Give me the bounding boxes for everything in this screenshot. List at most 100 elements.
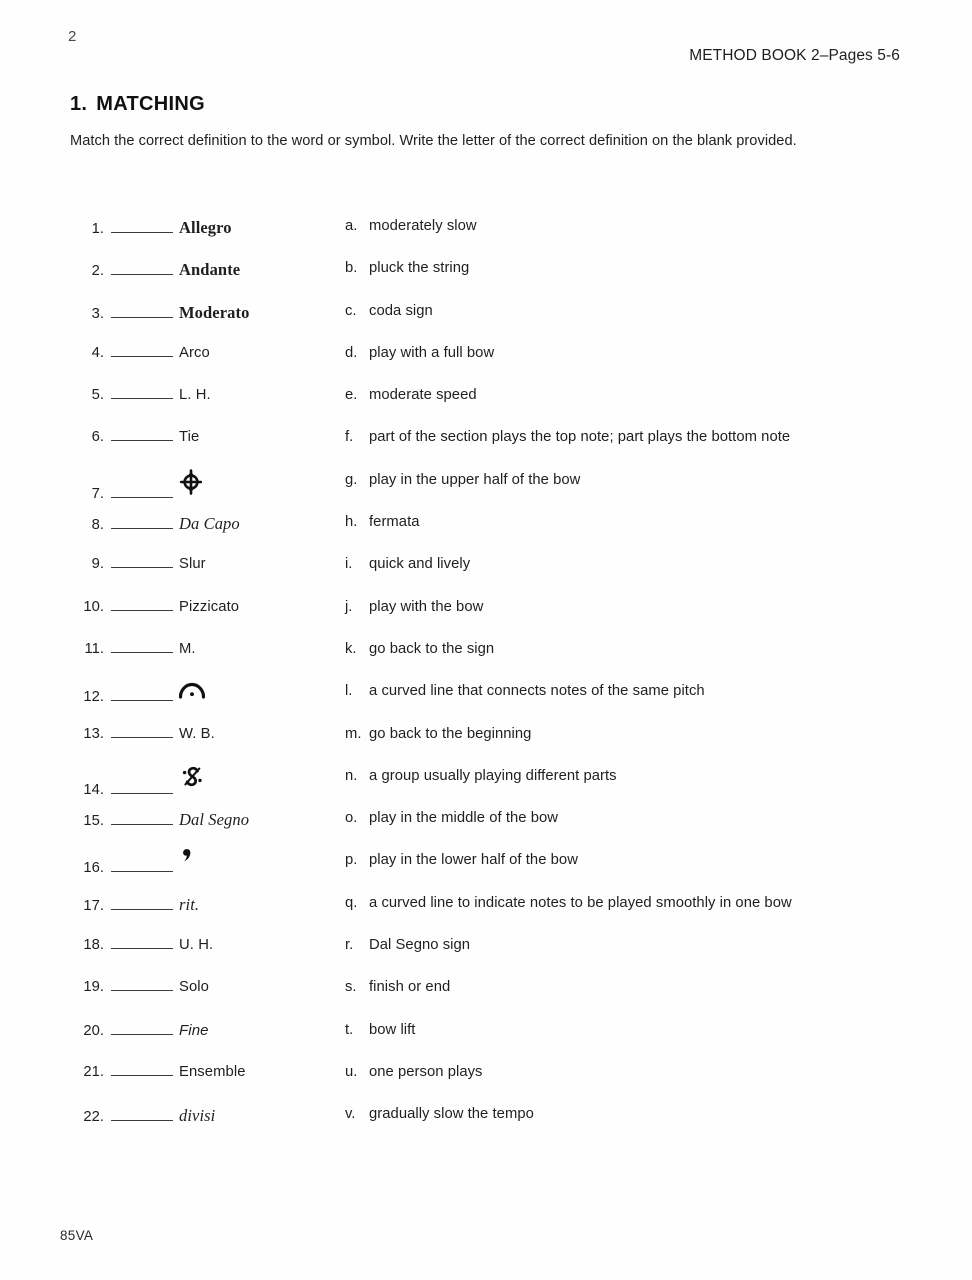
definition-label: play in the upper half of the bow — [369, 471, 581, 488]
answer-blank[interactable] — [111, 979, 173, 992]
matching-row: 11. M. k. go back to the sign — [0, 641, 972, 683]
definition-letter: o. — [345, 810, 358, 827]
term-label: Dal Segno — [179, 810, 250, 830]
matching-row: 1. Allegro a. moderately slow — [0, 218, 972, 260]
section-heading: 1. MATCHING — [70, 93, 205, 116]
term-item-10: 10. Pizzicato — [78, 599, 328, 615]
answer-blank[interactable] — [111, 306, 173, 318]
term-label: U. H. — [179, 937, 214, 954]
definition-item-d: d. play with a full bow — [345, 345, 494, 361]
answer-blank[interactable] — [111, 263, 173, 276]
definition-label: one person plays — [369, 1063, 483, 1080]
definition-label: bow lift — [369, 1021, 416, 1038]
answer-blank[interactable] — [111, 898, 173, 910]
term-item-15: 15. Dal Segno — [78, 810, 328, 830]
term-item-6: 6. Tie — [78, 429, 328, 445]
breath-mark-symbol — [179, 847, 193, 867]
definition-label: gradually slow the tempo — [369, 1106, 534, 1123]
definition-label: moderately slow — [369, 218, 477, 234]
term-label: Allegro — [179, 218, 232, 237]
answer-blank[interactable] — [111, 221, 173, 233]
definition-letter: g. — [345, 471, 358, 488]
term-item-1: 1. Allegro — [78, 218, 328, 238]
answer-blank[interactable] — [111, 641, 173, 653]
term-label: Da Capo — [179, 514, 240, 534]
term-label: W. B. — [179, 725, 215, 742]
definition-letter: e. — [345, 387, 358, 404]
definition-letter: v. — [345, 1106, 356, 1123]
worksheet-page: 2 METHOD BOOK 2–Pages 5-6 1. MATCHING Mat… — [0, 0, 972, 1280]
answer-blank[interactable] — [111, 599, 173, 611]
answer-blank[interactable] — [111, 387, 173, 400]
matching-row: 9. Slur i. quick and lively — [0, 556, 972, 598]
term-number: 15. — [83, 813, 104, 830]
definition-letter: k. — [345, 640, 357, 657]
answer-blank[interactable] — [111, 937, 173, 950]
definition-label: finish or end — [369, 979, 451, 996]
answer-blank[interactable] — [111, 486, 173, 498]
term-item-11: 11. M. — [78, 641, 328, 657]
matching-row: 10. Pizzicato j. play with the bow — [0, 599, 972, 641]
answer-blank[interactable] — [111, 556, 173, 569]
term-item-2: 2. Andante — [78, 260, 328, 280]
definition-letter: s. — [345, 979, 357, 996]
matching-row: 6. Tie f. part of the section plays the top… — [0, 429, 972, 471]
definition-label: play in the middle of the bow — [369, 810, 558, 827]
definition-item-e: e. moderate speed — [345, 387, 477, 403]
answer-blank[interactable] — [111, 1064, 173, 1076]
term-label: Ensemble — [179, 1063, 246, 1080]
term-number: 7. — [91, 485, 104, 502]
term-number: 18. — [83, 937, 104, 954]
instructions-text: Match the correct definition to the word… — [70, 133, 797, 149]
term-label: M. — [179, 640, 196, 657]
term-label: Arco — [179, 344, 210, 361]
matching-row: 4. Arco d. play with a full bow — [0, 345, 972, 387]
coda-symbol — [179, 468, 203, 495]
definition-label: a curved line to indicate notes to be pl… — [369, 894, 792, 911]
definition-item-n: n. a group usually playing different part… — [345, 768, 617, 784]
term-label: Solo — [179, 979, 210, 996]
answer-blank[interactable] — [111, 1109, 173, 1122]
segno-symbol — [179, 765, 205, 791]
definition-label: quick and lively — [369, 556, 471, 573]
answer-blank[interactable] — [111, 689, 173, 702]
definition-item-l: l. a curved line that connects notes of t… — [345, 683, 705, 699]
definition-letter: r. — [345, 937, 354, 954]
matching-row: 21. Ensemble u. one person plays — [0, 1064, 972, 1106]
matching-row: 5. L. H. e. moderate speed — [0, 387, 972, 429]
term-item-12: 12. — [78, 683, 328, 705]
term-number: 19. — [83, 979, 104, 996]
answer-blank[interactable] — [111, 429, 173, 442]
term-number: 5. — [91, 387, 104, 404]
definition-item-g: g. play in the upper half of the bow — [345, 472, 580, 488]
answer-blank[interactable] — [111, 345, 173, 357]
answer-blank[interactable] — [111, 860, 173, 873]
definition-label: pluck the string — [369, 260, 470, 277]
definition-item-i: i. quick and lively — [345, 556, 470, 572]
term-number: 13. — [83, 725, 104, 742]
term-label: Andante — [179, 260, 241, 280]
definition-letter: b. — [345, 260, 358, 277]
definition-label: a curved line that connects notes of the… — [369, 683, 705, 700]
definition-label: coda sign — [369, 302, 433, 319]
term-item-4: 4. Arco — [78, 345, 328, 361]
term-number: 10. — [83, 598, 104, 615]
definition-letter: j. — [345, 598, 353, 615]
answer-blank[interactable] — [111, 517, 173, 530]
matching-row: 17. rit. q. a curved line to indicate notes… — [0, 895, 972, 937]
answer-blank[interactable] — [111, 1023, 173, 1035]
term-item-16: 16. — [78, 849, 328, 876]
term-number: 21. — [83, 1063, 104, 1080]
term-number: 20. — [83, 1022, 104, 1039]
answer-blank[interactable] — [111, 726, 173, 738]
definition-item-p: p. play in the lower half of the bow — [345, 852, 578, 868]
matching-row: 2. Andante b. pluck the string — [0, 260, 972, 302]
answer-blank[interactable] — [111, 782, 173, 794]
term-label: Slur — [179, 556, 206, 573]
answer-blank[interactable] — [111, 813, 173, 826]
term-item-19: 19. Solo — [78, 979, 328, 995]
definition-item-v: v. gradually slow the tempo — [345, 1106, 534, 1122]
definition-label: play with the bow — [369, 598, 484, 615]
definition-letter: p. — [345, 852, 358, 869]
term-item-22: 22. divisi — [78, 1106, 328, 1126]
